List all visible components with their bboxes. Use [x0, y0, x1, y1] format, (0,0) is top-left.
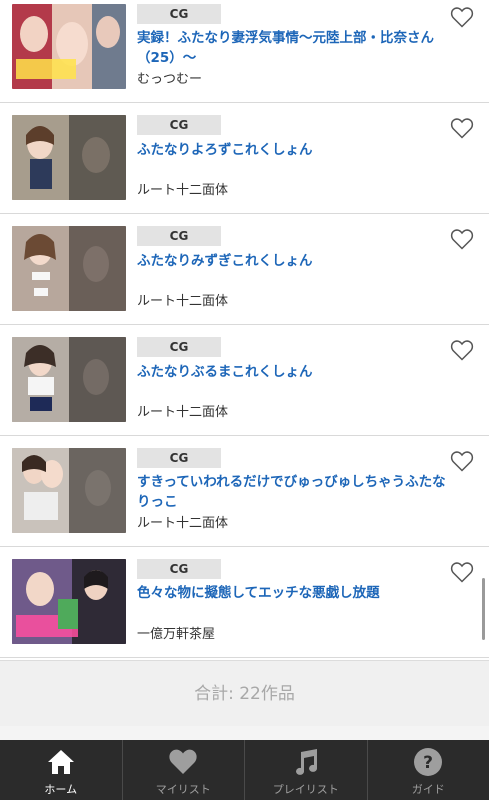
nav-playlist-label: プレイリスト — [272, 783, 339, 796]
thumbnail-image — [12, 559, 126, 644]
circle-name[interactable]: 一億万軒茶屋 — [137, 626, 215, 644]
list-item[interactable]: CG すきっていわれるだけでびゅっびゅしちゃうふたなりっこ ルート十二面体 — [0, 436, 489, 547]
nav-home-label: ホーム — [44, 783, 78, 796]
nav-mylist-label: マイリスト — [155, 783, 211, 796]
favorite-heart-icon[interactable] — [450, 117, 474, 139]
circle-name[interactable]: ルート十二面体 — [137, 404, 228, 422]
category-badge: CG — [137, 226, 221, 246]
category-badge: CG — [137, 448, 221, 468]
work-title[interactable]: ふたなりよろずこれくしょん — [137, 140, 447, 160]
work-title[interactable]: ふたなりみずぎこれくしょん — [137, 251, 447, 271]
work-thumbnail[interactable] — [12, 4, 126, 89]
heart-icon — [168, 747, 198, 777]
thumbnail-image — [12, 337, 126, 422]
nav-home[interactable]: ホーム — [0, 740, 123, 800]
scrollbar[interactable] — [482, 578, 485, 640]
nav-guide-label: ガイド — [411, 783, 445, 796]
work-title[interactable]: 色々な物に擬態してエッチな悪戯し放題 — [137, 583, 447, 603]
category-badge: CG — [137, 4, 221, 24]
help-icon: ? — [413, 747, 443, 777]
nav-playlist[interactable]: プレイリスト — [245, 740, 368, 800]
svg-text:?: ? — [423, 753, 433, 773]
work-title[interactable]: すきっていわれるだけでびゅっびゅしちゃうふたなりっこ — [137, 472, 447, 512]
category-badge: CG — [137, 337, 221, 357]
list-item[interactable]: CG ふたなりみずぎこれくしょん ルート十二面体 — [0, 214, 489, 325]
circle-name[interactable]: ルート十二面体 — [137, 515, 228, 533]
category-badge: CG — [137, 115, 221, 135]
thumbnail-image — [12, 448, 126, 533]
work-thumbnail[interactable] — [12, 448, 126, 533]
circle-name[interactable]: ルート十二面体 — [137, 293, 228, 311]
favorite-heart-icon[interactable] — [450, 6, 474, 28]
work-thumbnail[interactable] — [12, 337, 126, 422]
favorite-heart-icon[interactable] — [450, 228, 474, 250]
work-thumbnail[interactable] — [12, 115, 126, 200]
thumbnail-image — [12, 226, 126, 311]
favorite-heart-icon[interactable] — [450, 561, 474, 583]
list-item[interactable]: CG ふたなりよろずこれくしょん ルート十二面体 — [0, 103, 489, 214]
work-title[interactable]: ふたなりぶるまこれくしょん — [137, 362, 447, 382]
favorite-heart-icon[interactable] — [450, 450, 474, 472]
work-list: CG 実録！ふたなり妻浮気事情〜元陸上部・比奈さん（25）〜 むっつむー CG … — [0, 0, 489, 660]
work-thumbnail[interactable] — [12, 226, 126, 311]
nav-guide[interactable]: ? ガイド — [368, 740, 489, 800]
music-note-icon — [291, 747, 321, 777]
circle-name[interactable]: ルート十二面体 — [137, 182, 228, 200]
total-count: 合計: 22作品 — [0, 660, 489, 726]
list-item[interactable]: CG 色々な物に擬態してエッチな悪戯し放題 一億万軒茶屋 — [0, 547, 489, 658]
thumbnail-image — [12, 115, 126, 200]
circle-name[interactable]: むっつむー — [137, 71, 202, 89]
list-item[interactable]: CG 実録！ふたなり妻浮気事情〜元陸上部・比奈さん（25）〜 むっつむー — [0, 0, 489, 103]
work-title[interactable]: 実録！ふたなり妻浮気事情〜元陸上部・比奈さん（25）〜 — [137, 28, 447, 68]
home-icon — [46, 747, 76, 777]
bottom-nav: ホーム マイリスト プレイリスト ? ガイド — [0, 740, 489, 800]
category-badge: CG — [137, 559, 221, 579]
thumbnail-image — [12, 4, 126, 89]
nav-mylist[interactable]: マイリスト — [123, 740, 245, 800]
list-item[interactable]: CG ふたなりぶるまこれくしょん ルート十二面体 — [0, 325, 489, 436]
favorite-heart-icon[interactable] — [450, 339, 474, 361]
work-thumbnail[interactable] — [12, 559, 126, 644]
